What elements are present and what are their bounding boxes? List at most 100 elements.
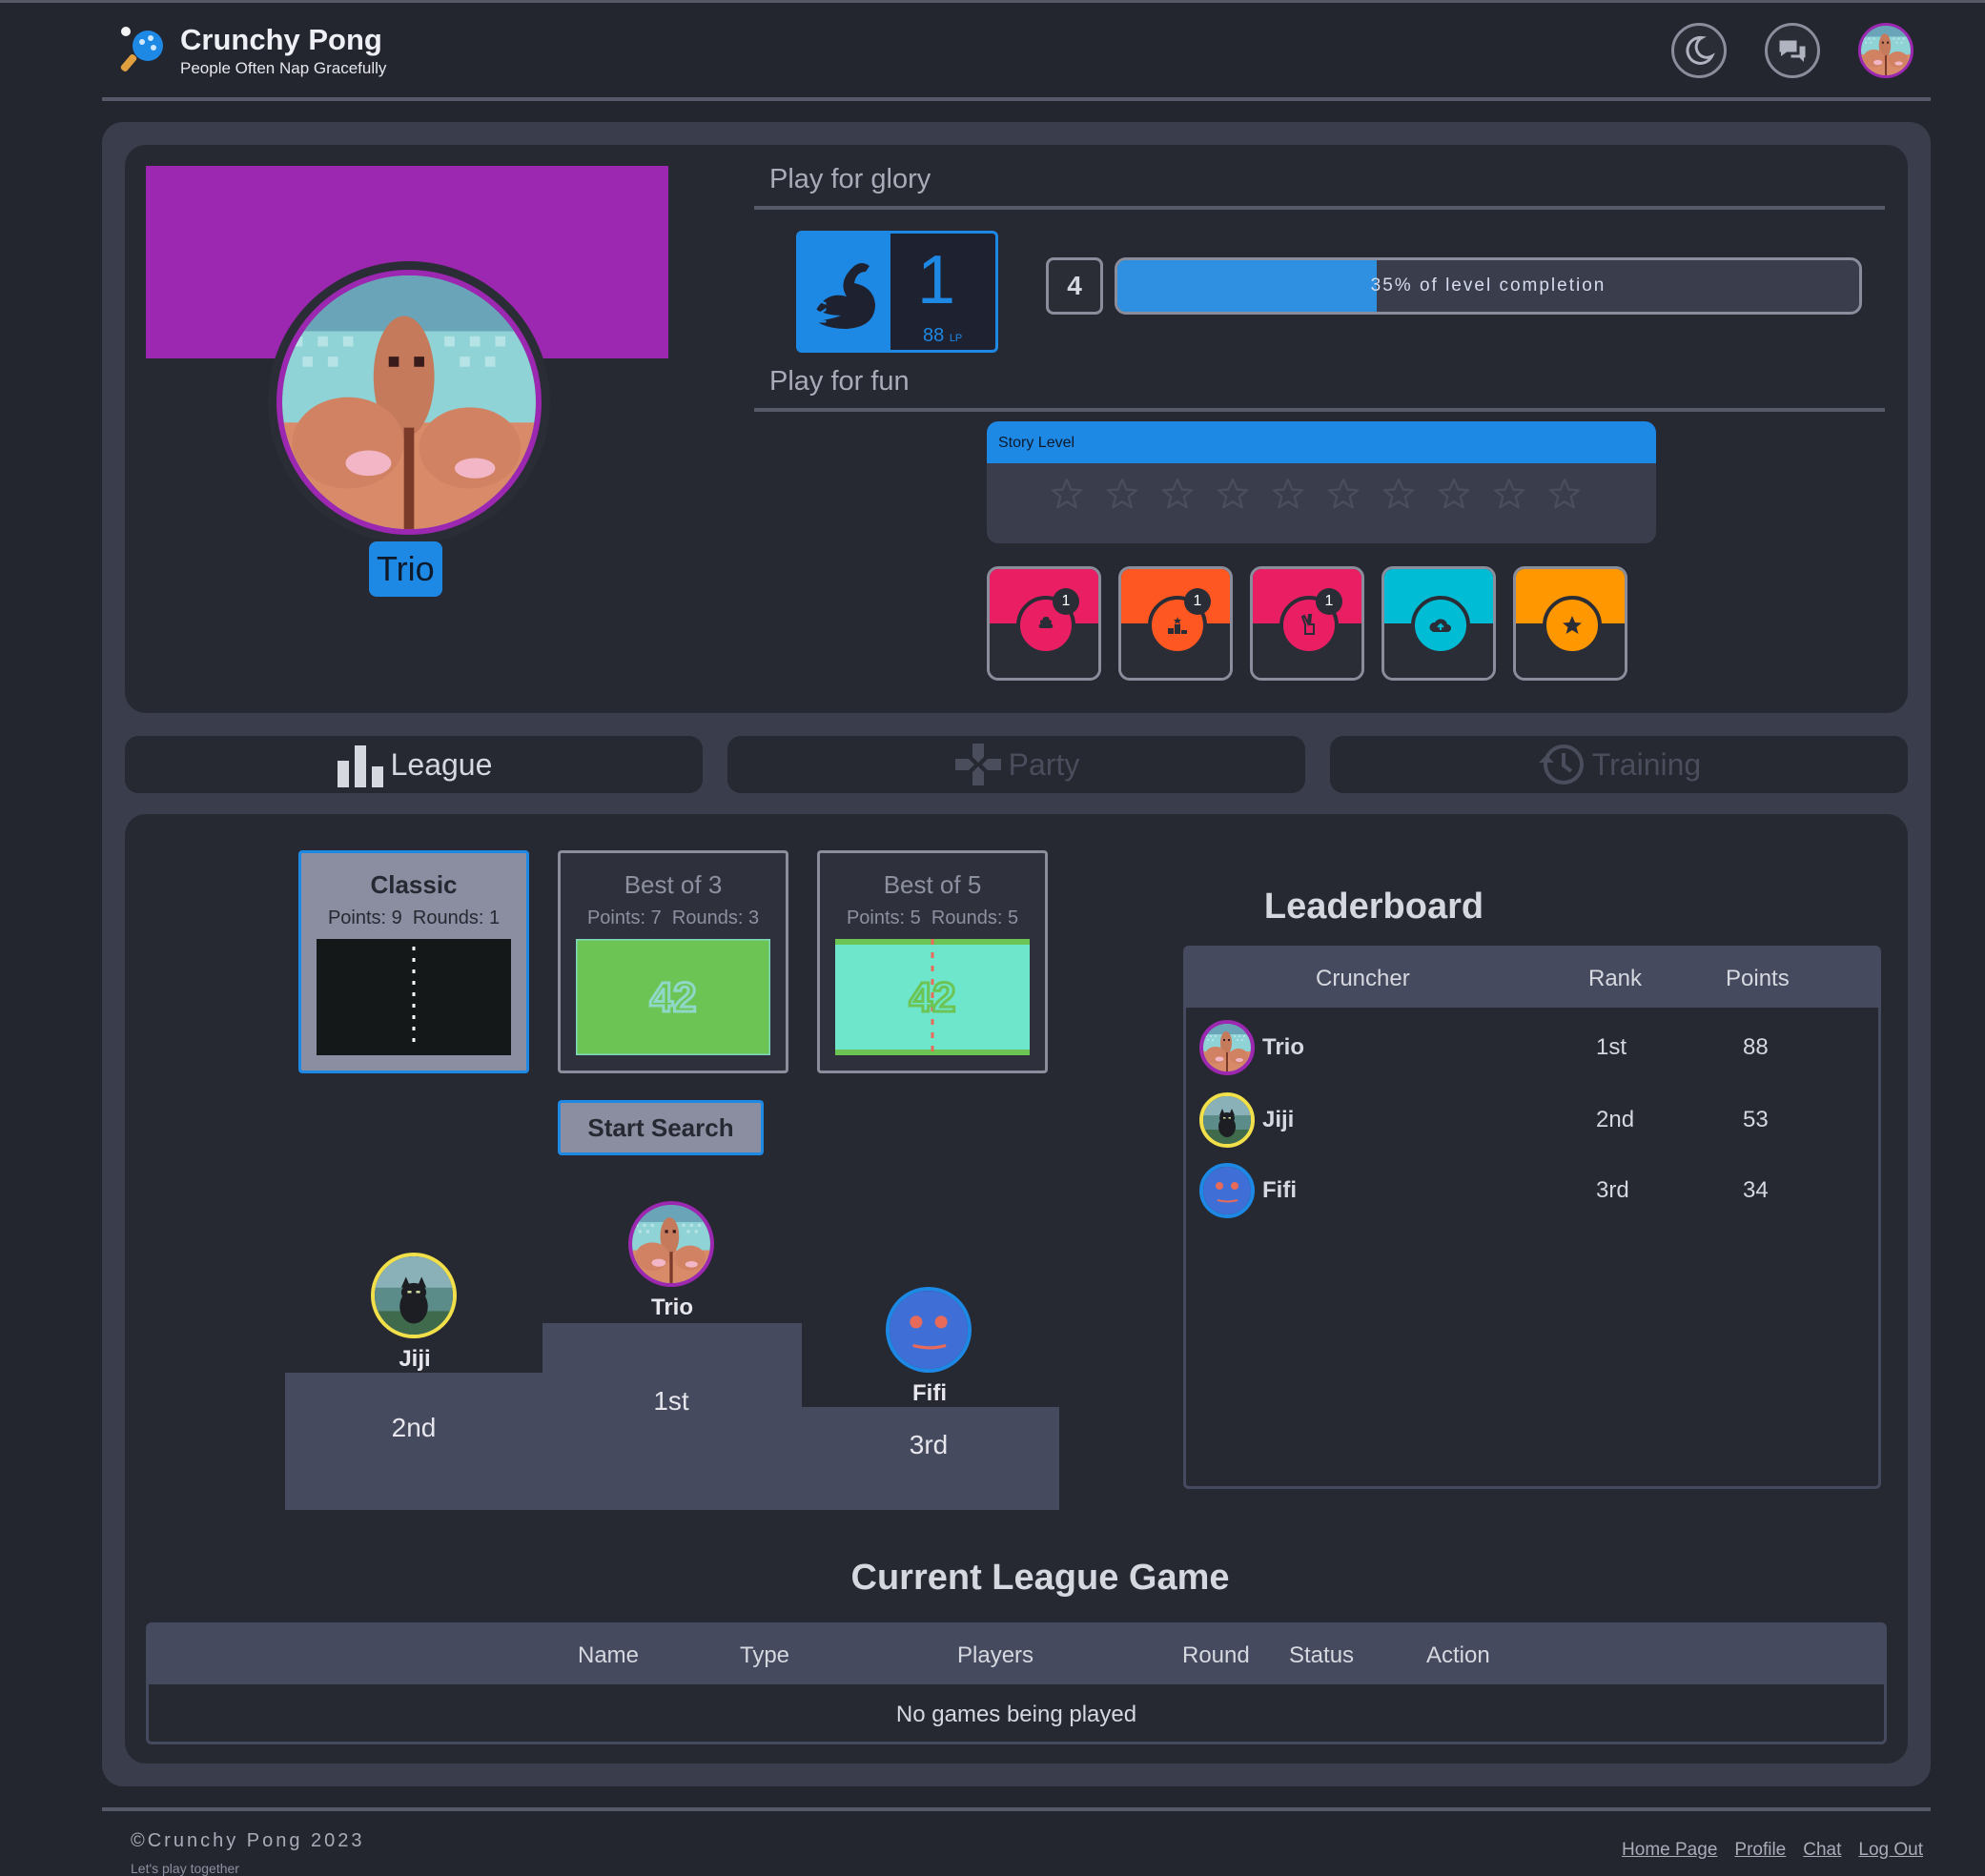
avatar (1199, 1092, 1255, 1148)
footer-link-home[interactable]: Home Page (1622, 1840, 1717, 1861)
rank-number: 1 (917, 242, 956, 318)
column-header[interactable]: Rank (1588, 966, 1642, 992)
player-name: Fifi (1262, 1177, 1297, 1203)
player-points: 53 (1743, 1107, 1769, 1132)
podium-place: 1st (653, 1386, 689, 1416)
podium-name: Fifi (912, 1380, 947, 1406)
victory-hand-icon (1300, 614, 1315, 635)
achievement-badge[interactable] (1381, 566, 1496, 681)
tab-training[interactable]: Training (1330, 736, 1908, 793)
story-level-label: Story Level (987, 421, 1656, 463)
leaderboard-title: Leaderboard (1263, 887, 1484, 927)
mode-rounds: Rounds: 1 (412, 907, 501, 928)
podium-avatar-trio[interactable] (628, 1201, 714, 1287)
lp-value: 88 (923, 325, 945, 346)
avatar (1861, 23, 1911, 78)
footer-link-logout[interactable]: Log Out (1858, 1840, 1923, 1861)
podium-place: 3rd (909, 1430, 949, 1459)
progress-label: 35% of level completion (1370, 275, 1606, 296)
podium-name: Trio (650, 1295, 693, 1320)
tab-party[interactable]: Party (727, 736, 1305, 793)
app-footer: ©Crunchy Pong 2023 Let's play together H… (102, 1807, 1931, 1876)
mode-best-of-5[interactable]: Best of 5 Points: 5 Rounds: 5 42 (817, 850, 1048, 1073)
leaderboard-table: Cruncher Rank Points Trio 1st 88 Jiji 2n… (1183, 946, 1881, 1489)
player-points: 34 (1743, 1177, 1769, 1203)
rank-label: RANK (803, 248, 832, 325)
player-rank: 2nd (1596, 1107, 1635, 1132)
user-avatar-button[interactable] (1858, 23, 1913, 78)
column-header[interactable]: Name (578, 1642, 639, 1669)
player-rank: 3rd (1596, 1177, 1629, 1203)
svg-text:42: 42 (650, 974, 697, 1021)
copyright: ©Crunchy Pong 2023 (131, 1830, 365, 1851)
chat-bubbles-icon (1779, 40, 1806, 62)
column-header[interactable]: Cruncher (1316, 966, 1410, 992)
footer-link-chat[interactable]: Chat (1803, 1840, 1841, 1861)
footer-link-profile[interactable]: Profile (1734, 1840, 1786, 1861)
classic-field-preview (317, 939, 511, 1055)
achievement-badge[interactable]: 1 (1250, 566, 1364, 681)
podium-place: 2nd (391, 1413, 437, 1442)
avatar-image (632, 1205, 710, 1283)
star-icon (1271, 477, 1305, 511)
theme-toggle-button[interactable] (1671, 23, 1727, 78)
avatar-image (375, 1256, 453, 1335)
mode-stats: Points: 7 Rounds: 3 (561, 907, 786, 929)
tab-label: Training (1591, 746, 1702, 782)
profile-avatar[interactable] (268, 261, 550, 543)
app-title[interactable]: Crunchy Pong (180, 23, 382, 57)
podium-first (542, 1323, 802, 1510)
current-game-title: Current League Game (850, 1558, 1230, 1598)
current-game-header: Name Type Players Round Status Action (149, 1625, 1884, 1684)
badge-count: 1 (1053, 588, 1079, 615)
mode-title: Best of 5 (883, 870, 982, 899)
mode-points: Points: 9 (327, 907, 402, 928)
avatar (1199, 1163, 1255, 1218)
leaderboard-row[interactable]: Fifi 3rd 34 (1199, 1162, 1867, 1219)
podium-avatar-fifi[interactable] (886, 1287, 972, 1373)
chat-button[interactable] (1765, 23, 1820, 78)
ice-field-preview: 42 (835, 939, 1030, 1055)
divider (754, 408, 1885, 412)
column-header[interactable]: Action (1426, 1642, 1490, 1669)
leaderboard-row[interactable]: Jiji 2nd 53 (1199, 1091, 1867, 1149)
player-name: Trio (1262, 1034, 1305, 1060)
star-icon (1563, 616, 1582, 634)
mode-stats: Points: 9 Rounds: 1 (301, 907, 526, 929)
achievement-badge[interactable]: 1 (1118, 566, 1233, 681)
app-header: Crunchy Pong People Often Nap Gracefully (102, 0, 1931, 101)
lp-unit: LP (949, 333, 963, 344)
mode-title: Classic (370, 870, 458, 899)
column-header[interactable]: Points (1726, 966, 1790, 992)
footer-links: Home Page Profile Chat Log Out (1622, 1840, 1923, 1861)
star-icon (1216, 477, 1250, 511)
column-header[interactable]: Status (1289, 1642, 1354, 1669)
gamepad-icon (954, 744, 1001, 785)
current-game-table: Name Type Players Round Status Action No… (146, 1622, 1887, 1744)
mode-best-of-3[interactable]: Best of 3 Points: 7 Rounds: 3 42 (558, 850, 788, 1073)
empty-state-message: No games being played (895, 1702, 1137, 1727)
rank-card: RANK 1 88 LP (796, 231, 998, 353)
tab-label: League (390, 746, 493, 782)
column-header[interactable]: Players (957, 1642, 1033, 1669)
level-progress-bar: 35% of level completion (1115, 257, 1862, 315)
moon-icon (1686, 35, 1716, 65)
achievement-badge[interactable] (1513, 566, 1627, 681)
ping-pong-logo-icon[interactable] (119, 25, 169, 74)
achievement-badge[interactable]: 1 (987, 566, 1101, 681)
league-panel: Classic Points: 9 Rounds: 1 Best of 3 Po… (125, 814, 1908, 1764)
profile-username: Trio (369, 541, 442, 597)
history-icon (1538, 744, 1584, 785)
fun-section-title: Play for fun (769, 366, 910, 397)
tab-league[interactable]: League (125, 736, 703, 793)
column-header[interactable]: Round (1182, 1642, 1250, 1669)
mode-classic[interactable]: Classic Points: 9 Rounds: 1 (298, 850, 529, 1073)
mode-points: Points: 5 (846, 907, 921, 928)
podium-avatar-jiji[interactable] (371, 1253, 457, 1338)
svg-text:42: 42 (910, 974, 956, 1021)
column-header[interactable]: Type (740, 1642, 789, 1669)
leaderboard-row[interactable]: Trio 1st 88 (1199, 1019, 1867, 1076)
start-search-button[interactable]: Start Search (558, 1100, 764, 1155)
app-subtitle: People Often Nap Gracefully (180, 59, 387, 77)
star-icon (1381, 477, 1416, 511)
